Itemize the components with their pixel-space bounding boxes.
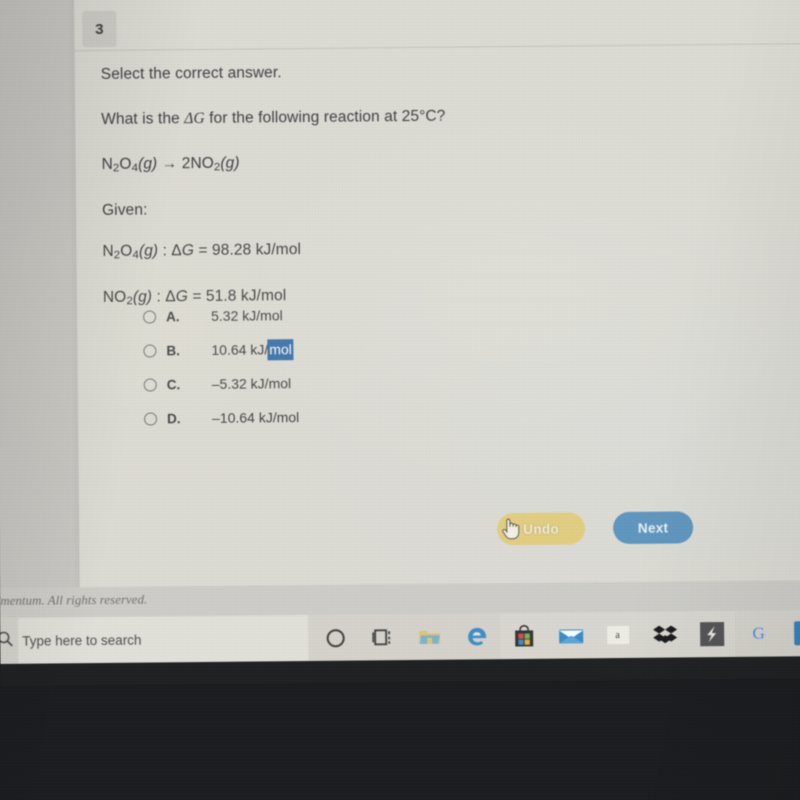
amazon-icon: a xyxy=(606,625,629,645)
option-letter-b: B. xyxy=(166,342,180,358)
question-number: 3 xyxy=(95,20,104,38)
next-button[interactable]: Next xyxy=(612,511,694,545)
task-view-icon xyxy=(371,629,390,646)
app-icon-blue xyxy=(793,621,800,646)
option-text-c: –5.32 kJ/mol xyxy=(211,375,292,392)
task-view-button[interactable] xyxy=(359,614,406,660)
radio-button-a[interactable] xyxy=(143,309,157,324)
dropbox-button[interactable] xyxy=(640,611,689,658)
option-row-d[interactable]: D. –10.64 kJ/mol xyxy=(144,398,564,436)
reaction-equation: N2O4(g) → 2NO2(g) xyxy=(101,154,240,175)
selected-text-highlight: mol xyxy=(268,340,293,360)
instruction-text: Select the correct answer. xyxy=(100,64,282,83)
prompt-pre-text: What is the xyxy=(101,110,185,128)
question-card: 3 Select the correct answer. What is the… xyxy=(73,0,800,588)
screen-content: 3 Select the correct answer. What is the… xyxy=(0,0,800,686)
search-input[interactable]: Type here to search xyxy=(17,615,309,664)
app-blue-button[interactable] xyxy=(782,610,800,656)
option-text-a: 5.32 kJ/mol xyxy=(211,307,283,324)
radio-button-b[interactable] xyxy=(143,343,157,358)
google-chrome-icon: G xyxy=(752,624,764,644)
question-body: Select the correct answer. What is the Δ… xyxy=(101,59,744,334)
given-value-1: N2O4(g) : ΔG = 98.28 kJ/mol xyxy=(102,240,302,262)
dropbox-icon xyxy=(652,625,677,644)
option-letter-a: A. xyxy=(166,308,180,324)
option-text-d: –10.64 kJ/mol xyxy=(211,409,300,426)
delta-g-symbol: ΔG xyxy=(184,109,205,128)
search-placeholder: Type here to search xyxy=(22,632,142,649)
option-letter-d: D. xyxy=(166,410,181,426)
question-prompt: What is the ΔG for the following reactio… xyxy=(101,104,741,131)
microsoft-store-icon xyxy=(514,624,533,647)
action-button-row: Undo Next xyxy=(496,511,694,546)
windows-taskbar: Type here to search a G xyxy=(0,610,800,664)
mail-icon xyxy=(558,629,583,644)
file-explorer-button[interactable] xyxy=(406,614,453,660)
option-row-c[interactable]: C. –5.32 kJ/mol xyxy=(143,364,564,402)
file-explorer-icon xyxy=(418,630,440,644)
cortana-icon xyxy=(326,628,345,647)
copyright-text: dmentum. All rights reserved. xyxy=(0,591,148,609)
slack-icon xyxy=(699,622,724,647)
answer-options: A. 5.32 kJ/mol B. 10.64 kJ/mol C. –5.32 … xyxy=(143,296,564,436)
option-row-b[interactable]: B. 10.64 kJ/mol xyxy=(143,330,563,368)
cortana-button[interactable] xyxy=(312,615,359,661)
slack-button[interactable] xyxy=(687,610,736,658)
prompt-post-text: for the following reaction at 25°C? xyxy=(204,107,446,127)
option-text-b: 10.64 kJ/mol xyxy=(211,340,293,360)
photographed-screen: 3 Select the correct answer. What is the… xyxy=(0,0,800,800)
microsoft-edge-button[interactable] xyxy=(453,613,500,659)
mail-button[interactable] xyxy=(546,612,595,659)
amazon-icon-label: a xyxy=(615,629,620,641)
given-label: Given: xyxy=(101,201,148,219)
option-text-b-plain: 10.64 kJ/ xyxy=(211,341,269,358)
google-icon-label: G xyxy=(752,623,765,643)
radio-button-d[interactable] xyxy=(144,411,158,426)
amazon-button[interactable]: a xyxy=(593,611,642,659)
option-letter-c: C. xyxy=(166,376,181,392)
card-divider xyxy=(74,43,800,52)
radio-button-c[interactable] xyxy=(143,377,157,392)
taskbar-icon-strip: a G xyxy=(312,610,800,661)
microsoft-edge-icon xyxy=(467,627,486,646)
question-number-tab[interactable]: 3 xyxy=(82,10,117,48)
microsoft-store-button[interactable] xyxy=(499,612,548,660)
google-chrome-button[interactable]: G xyxy=(735,610,782,656)
undo-button[interactable]: Undo xyxy=(496,512,586,546)
search-icon[interactable] xyxy=(0,630,14,648)
option-row-a[interactable]: A. 5.32 kJ/mol xyxy=(143,296,563,334)
